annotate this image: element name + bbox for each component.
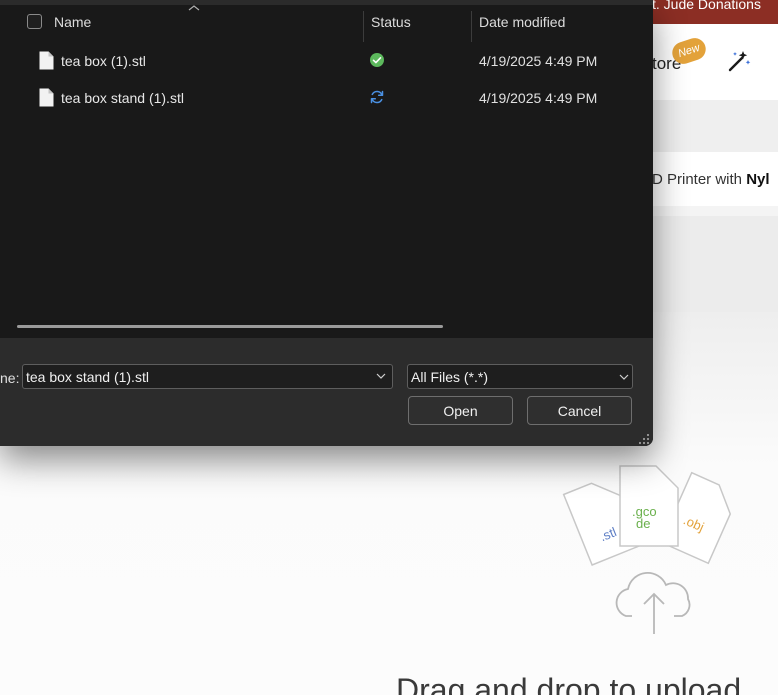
dialog-footer: ne: All Files (*.*) Open Cancel (0, 338, 653, 446)
file-icon (39, 51, 54, 70)
file-row[interactable]: tea box (1).stl 4/19/2025 4:49 PM (0, 43, 653, 79)
file-date: 4/19/2025 4:49 PM (479, 53, 598, 69)
page-band (640, 100, 778, 152)
open-button[interactable]: Open (408, 396, 513, 425)
column-header-name[interactable]: Name (54, 14, 91, 30)
file-name-input[interactable] (22, 364, 393, 389)
horizontal-scrollbar[interactable] (17, 325, 443, 328)
synced-check-icon (370, 53, 384, 67)
file-row[interactable]: tea box stand (1).stl 4/19/2025 4:49 PM (0, 80, 653, 116)
cancel-button[interactable]: Cancel (527, 396, 632, 425)
file-list-header: Name Status Date modified (0, 5, 653, 42)
sync-pending-icon (370, 90, 384, 104)
chevron-down-icon[interactable] (376, 373, 386, 379)
column-header-date-modified[interactable]: Date modified (479, 14, 565, 30)
resize-grip-icon[interactable] (639, 434, 650, 445)
donation-banner[interactable]: t. Jude Donations (640, 0, 778, 24)
file-name: tea box stand (1).stl (61, 90, 184, 106)
magic-wand-icon[interactable] (726, 48, 752, 74)
column-header-status[interactable]: Status (371, 14, 411, 30)
column-divider[interactable] (471, 11, 472, 42)
file-icon (39, 88, 54, 107)
page-section (640, 216, 778, 312)
column-divider[interactable] (363, 11, 364, 42)
drag-drop-heading: Drag and drop to upload (396, 672, 742, 695)
chevron-down-icon (619, 374, 629, 380)
promo-text: D Printer with (652, 171, 747, 188)
file-types-illustration: .stl .obj .gco de (562, 465, 732, 634)
banner-text: t. Jude Donations (652, 0, 761, 12)
file-open-dialog: Name Status Date modified tea box (1).st… (0, 0, 653, 446)
file-name-label: ne: (0, 370, 20, 386)
promo-bold-text: Nyl (746, 171, 770, 188)
file-type-value: All Files (*.*) (411, 369, 489, 385)
file-name: tea box (1).stl (61, 53, 146, 69)
promo-bar[interactable]: D Printer with Nyl (640, 152, 778, 206)
sort-ascending-icon (188, 5, 200, 11)
select-all-checkbox[interactable] (27, 14, 42, 29)
file-type-select[interactable]: All Files (*.*) (407, 364, 633, 389)
file-date: 4/19/2025 4:49 PM (479, 90, 598, 106)
